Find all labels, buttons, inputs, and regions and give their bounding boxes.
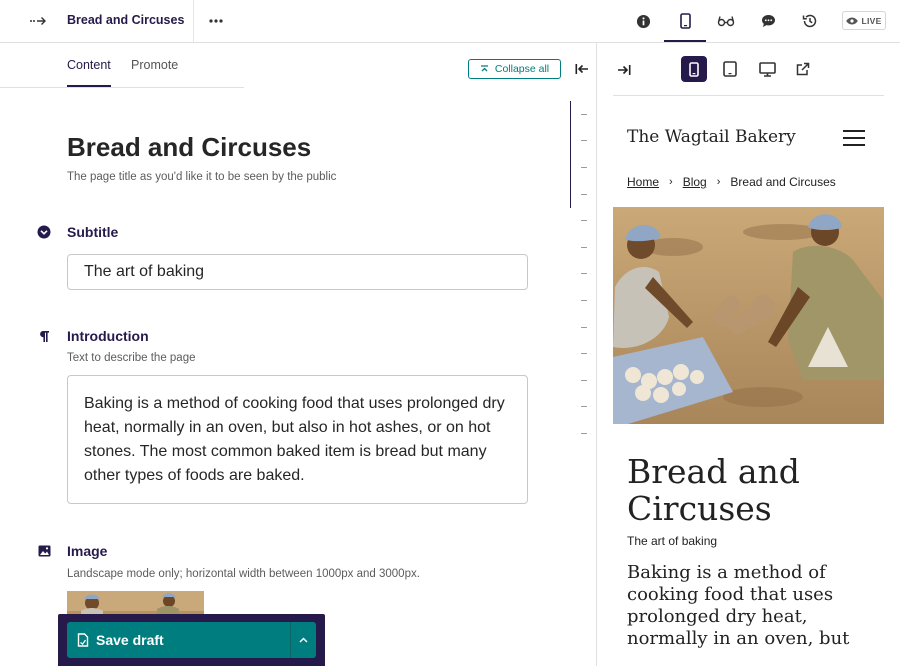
minimap-tick[interactable] [581,194,587,195]
tab-active-underline [67,85,111,87]
minimap-tick[interactable] [581,380,587,381]
mobile-preview-icon[interactable] [675,11,695,31]
chevron-up-icon[interactable] [290,622,316,658]
collapse-all-label: Collapse all [494,63,550,75]
site-name[interactable]: The Wagtail Bakery [627,127,796,147]
minimap-tick[interactable] [581,220,587,221]
preview-mobile-button[interactable] [681,56,707,82]
arrow-right-dots-icon[interactable] [28,12,48,30]
introduction-label: Introduction [67,328,149,344]
breadcrumb: Home › Blog › Bread and Circuses [627,175,836,189]
minimap-tick[interactable] [581,353,587,354]
close-preview-icon[interactable] [615,61,633,79]
mobile-icon [689,61,699,77]
eye-icon [846,17,859,24]
minimap-tick[interactable] [581,247,587,248]
desktop-icon [758,61,776,77]
image-help-text: Landscape mode only; horizontal width be… [67,568,420,580]
preview-desktop-button[interactable] [754,56,780,82]
minimap-tick[interactable] [581,140,587,141]
collapse-all-button[interactable]: Collapse all [468,59,561,79]
glasses-icon[interactable] [716,11,736,31]
minimap-toggle-icon[interactable] [573,60,591,78]
subtitle-input[interactable] [67,254,528,290]
image-label: Image [67,543,108,559]
minimap-tick[interactable] [581,327,587,328]
minimap-tick[interactable] [581,114,587,115]
title-field-value[interactable]: Bread and Circuses [67,132,311,163]
breadcrumb-blog[interactable]: Blog [683,175,707,189]
preview-introduction: Baking is a method of cooking food that … [627,562,850,649]
chevron-circle-icon [37,225,51,239]
top-header: Bread and Circuses LIVE [0,0,900,43]
chevron-right-icon: › [669,176,673,188]
tablet-icon [723,61,737,77]
pilcrow-icon [37,329,51,343]
live-label: LIVE [861,15,882,26]
save-draft-button[interactable]: Save draft [67,622,290,658]
minimap-tick[interactable] [581,273,587,274]
preview-tablet-button[interactable] [717,56,743,82]
minimap-tick[interactable] [581,167,587,168]
bakers-photo [613,207,884,424]
page-heading: Bread and Circuses [67,13,185,27]
more-dots-icon[interactable] [205,11,227,31]
breadcrumb-home[interactable]: Home [627,175,659,189]
editor-panel: Content Promote Collapse all Bread and C… [0,43,596,666]
minimap-tick[interactable] [581,433,587,434]
save-actions-bar: Save draft [58,614,325,666]
title-help-text: The page title as you'd like it to be se… [67,171,337,183]
comment-icon[interactable] [758,11,778,31]
minimap-tick[interactable] [581,406,587,407]
info-icon[interactable] [633,11,653,31]
active-tab-indicator [664,40,706,42]
minimap-active-indicator [570,101,571,208]
document-icon [77,633,89,647]
header-divider [193,0,194,42]
hero-image [613,207,884,424]
tab-promote[interactable]: Promote [131,58,178,72]
introduction-textarea[interactable]: Baking is a method of cooking food that … [67,375,528,504]
collapse-icon [480,64,488,71]
preview-divider [613,95,884,96]
tab-content[interactable]: Content [67,58,111,72]
introduction-help-text: Text to describe the page [67,352,196,364]
save-draft-label: Save draft [96,632,164,648]
image-icon [37,544,51,558]
open-in-new-tab-icon[interactable] [790,56,816,82]
preview-panel: The Wagtail Bakery Home › Blog › Bread a… [596,43,900,666]
chevron-right-icon: › [716,176,721,188]
live-status-badge[interactable]: LIVE [842,11,886,30]
hamburger-menu-icon[interactable] [843,130,865,146]
editor-tabs: Content Promote [0,43,244,88]
preview-page-title: Bread and Circuses [627,452,800,528]
history-icon[interactable] [800,11,820,31]
preview-subtitle: The art of baking [627,534,718,548]
subtitle-label: Subtitle [67,224,119,240]
breadcrumb-current: Bread and Circuses [730,175,836,189]
minimap-tick[interactable] [581,300,587,301]
